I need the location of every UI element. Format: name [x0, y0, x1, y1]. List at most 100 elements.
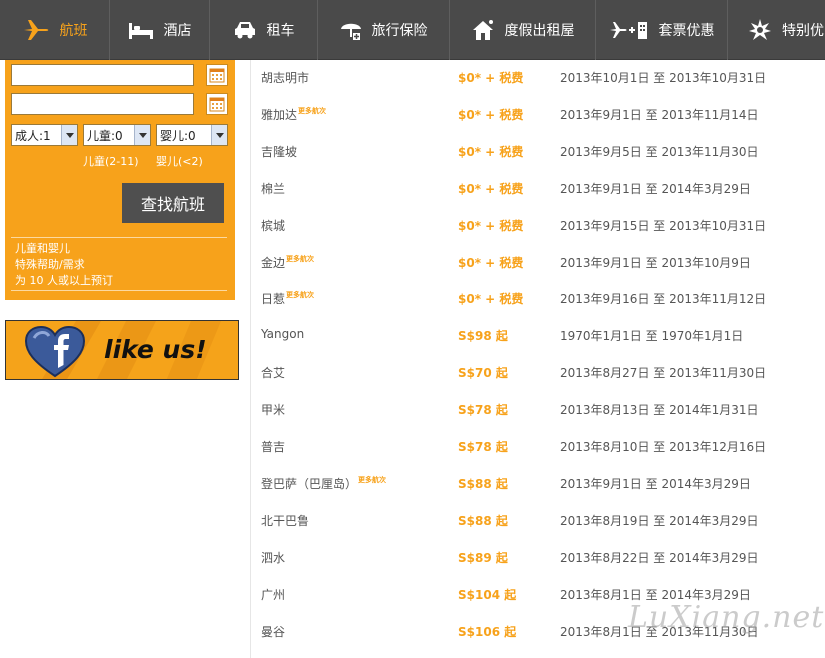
travel-period: 2013年9月1日 至 2013年10月9日 — [560, 255, 751, 270]
destination-city-name: 合艾 — [261, 366, 286, 381]
help-link-group-booking[interactable]: 为 10 人或以上预订 — [15, 272, 113, 288]
fare-row[interactable]: 普吉 S$78 起 2013年8月10日 至 2013年12月16日 — [251, 429, 825, 466]
fare-row[interactable]: 日惹更多航次 $0* + 税费 2013年9月16日 至 2013年11月12日 — [251, 281, 825, 318]
destination-city-link[interactable]: 北干巴鲁 — [261, 512, 309, 529]
nav-vacation-rentals-label: 度假出租屋 — [504, 23, 575, 39]
destination-city-link[interactable]: 金边更多航次 — [261, 254, 314, 271]
travel-period: 2013年8月10日 至 2013年12月16日 — [560, 440, 767, 454]
fare-price[interactable]: S$88 起 — [458, 512, 508, 529]
travel-period: 2013年10月1日 至 2013年10月31日 — [560, 71, 767, 85]
fare-row[interactable]: 胡志明市 $0* + 税费 2013年10月1日 至 2013年10月31日 — [251, 60, 825, 97]
destination-city-link[interactable]: 棉兰 — [261, 180, 285, 197]
children-select[interactable]: 儿童:0 — [83, 124, 151, 146]
fare-price[interactable]: S$88 起 — [458, 475, 508, 492]
infants-age-hint: 婴儿(<2) — [156, 155, 203, 168]
destination-city-link[interactable]: 吉隆坡 — [261, 143, 297, 160]
travel-period: 1970年1月1日 至 1970年1月1日 — [560, 329, 744, 344]
nav-flights[interactable]: 航班 — [0, 0, 110, 60]
fare-row[interactable]: 泗水 S$89 起 2013年8月22日 至 2014年3月29日 — [251, 540, 825, 577]
help-link-special-assistance[interactable]: 特殊帮助/需求 — [15, 256, 85, 272]
destination-city-link[interactable]: 广州 — [261, 586, 285, 603]
fare-list: 胡志明市 $0* + 税费 2013年10月1日 至 2013年10月31日 雅加达更… — [250, 60, 825, 658]
destination-city-link[interactable]: 日惹更多航次 — [261, 290, 314, 307]
fare-price[interactable]: $0* + 税费 — [458, 106, 523, 123]
destination-city-link[interactable]: 甲米 — [261, 401, 285, 418]
adults-select[interactable]: 成人:1 — [11, 124, 78, 146]
fare-row[interactable]: 甲米 S$78 起 2013年8月13日 至 2014年1月31日 — [251, 392, 825, 429]
nav-travel-insurance[interactable]: 旅行保险 — [318, 0, 450, 60]
travel-period: 2013年9月1日 至 2014年3月29日 — [560, 476, 751, 491]
umbrella-icon — [340, 18, 362, 42]
nav-specials-label: 特别优 — [782, 23, 824, 39]
facebook-like-banner[interactable]: like us! — [5, 320, 239, 380]
destination-city-link[interactable]: 槟城 — [261, 217, 285, 234]
fare-row[interactable]: 广州 S$104 起 2013年8月1日 至 2014年3月29日 — [251, 577, 825, 614]
fare-row[interactable]: 棉兰 $0* + 税费 2013年9月1日 至 2014年3月29日 — [251, 171, 825, 208]
return-date-field[interactable] — [11, 93, 194, 115]
travel-period: 2013年8月13日 至 2014年1月31日 — [560, 403, 759, 418]
nav-packages[interactable]: 套票优惠 — [596, 0, 728, 60]
destination-city-link[interactable]: Yangon — [261, 327, 304, 341]
fare-price[interactable]: S$106 起 — [458, 623, 516, 640]
more-flights-tag[interactable]: 更多航次 — [286, 255, 314, 263]
destination-city-name: 雅加达 — [261, 107, 298, 122]
more-flights-tag[interactable]: 更多航次 — [358, 476, 386, 484]
children-select-value: 儿童:0 — [87, 128, 123, 143]
fare-row[interactable]: 金边更多航次 $0* + 税费 2013年9月1日 至 2013年10月9日 — [251, 245, 825, 282]
fare-price[interactable]: S$70 起 — [458, 364, 508, 381]
travel-period: 2013年8月19日 至 2014年3月29日 — [560, 513, 759, 528]
fare-row[interactable]: 合艾 S$70 起 2013年8月27日 至 2013年11月30日 — [251, 355, 825, 392]
fare-price[interactable]: $0* + 税费 — [458, 143, 523, 160]
fare-row[interactable]: 登巴萨（巴厘岛）更多航次 S$88 起 2013年9月1日 至 2014年3月29日 — [251, 466, 825, 503]
fare-price[interactable]: $0* + 税费 — [458, 180, 523, 197]
fare-price[interactable]: S$78 起 — [458, 438, 508, 455]
fare-row[interactable]: 北干巴鲁 S$88 起 2013年8月19日 至 2014年3月29日 — [251, 503, 825, 540]
fare-row[interactable]: 雅加达更多航次 $0* + 税费 2013年9月1日 至 2013年11月14日 — [251, 97, 825, 134]
fare-price[interactable]: S$104 起 — [458, 586, 516, 603]
destination-city-link[interactable]: 雅加达更多航次 — [261, 106, 326, 123]
calendar-icon[interactable] — [206, 93, 228, 115]
fare-price[interactable]: $0* + 税费 — [458, 290, 523, 307]
destination-city-name: 普吉 — [261, 440, 286, 454]
destination-city-link[interactable]: 胡志明市 — [261, 69, 309, 86]
fare-price[interactable]: S$78 起 — [458, 401, 508, 418]
fare-row[interactable]: 吉隆坡 $0* + 税费 2013年9月5日 至 2013年11月30日 — [251, 134, 825, 171]
help-link-children-infants[interactable]: 儿童和婴儿 — [15, 240, 70, 256]
calendar-icon[interactable] — [206, 64, 228, 86]
bed-icon — [128, 20, 154, 40]
like-us-text: like us! — [104, 335, 207, 364]
destination-city-name: 吉隆坡 — [261, 144, 298, 159]
divider — [11, 237, 227, 238]
car-icon — [233, 20, 257, 40]
nav-hotels[interactable]: 酒店 — [110, 0, 210, 60]
travel-period: 2013年8月1日 至 2013年11月30日 — [560, 624, 759, 639]
nav-specials[interactable]: 特别优 — [728, 0, 825, 60]
fare-price[interactable]: $0* + 税费 — [458, 69, 523, 86]
destination-city-link[interactable]: 泗水 — [261, 549, 285, 566]
destination-city-link[interactable]: 普吉 — [261, 438, 285, 455]
more-flights-tag[interactable]: 更多航次 — [286, 291, 314, 299]
nav-packages-label: 套票优惠 — [658, 23, 715, 39]
fare-price[interactable]: S$98 起 — [458, 327, 508, 344]
travel-period: 2013年9月16日 至 2013年11月12日 — [560, 292, 767, 307]
chevron-down-icon — [61, 125, 77, 145]
fare-price[interactable]: $0* + 税费 — [458, 254, 523, 271]
destination-city-link[interactable]: 合艾 — [261, 364, 285, 381]
travel-period: 2013年8月1日 至 2014年3月29日 — [560, 587, 751, 602]
nav-vacation-rentals[interactable]: 度假出租屋 — [450, 0, 596, 60]
fare-row[interactable]: 槟城 $0* + 税费 2013年9月15日 至 2013年10月31日 — [251, 208, 825, 245]
fare-row[interactable]: Yangon S$98 起 1970年1月1日 至 1970年1月1日 — [251, 318, 825, 355]
infants-select[interactable]: 婴儿:0 — [156, 124, 228, 146]
destination-city-link[interactable]: 登巴萨（巴厘岛）更多航次 — [261, 475, 386, 492]
fare-row[interactable]: 曼谷 S$106 起 2013年8月1日 至 2013年11月30日 — [251, 614, 825, 651]
fare-price[interactable]: S$89 起 — [458, 549, 508, 566]
nav-car-rental[interactable]: 租车 — [210, 0, 318, 60]
travel-period: 2013年9月1日 至 2013年11月14日 — [560, 107, 759, 122]
adults-select-value: 成人:1 — [15, 128, 51, 143]
departure-date-field[interactable] — [11, 64, 194, 86]
find-flights-button[interactable]: 查找航班 — [122, 183, 224, 223]
destination-city-link[interactable]: 曼谷 — [261, 623, 285, 640]
more-flights-tag[interactable]: 更多航次 — [298, 107, 326, 115]
nav-hotels-label: 酒店 — [163, 23, 192, 39]
fare-price[interactable]: $0* + 税费 — [458, 217, 523, 234]
